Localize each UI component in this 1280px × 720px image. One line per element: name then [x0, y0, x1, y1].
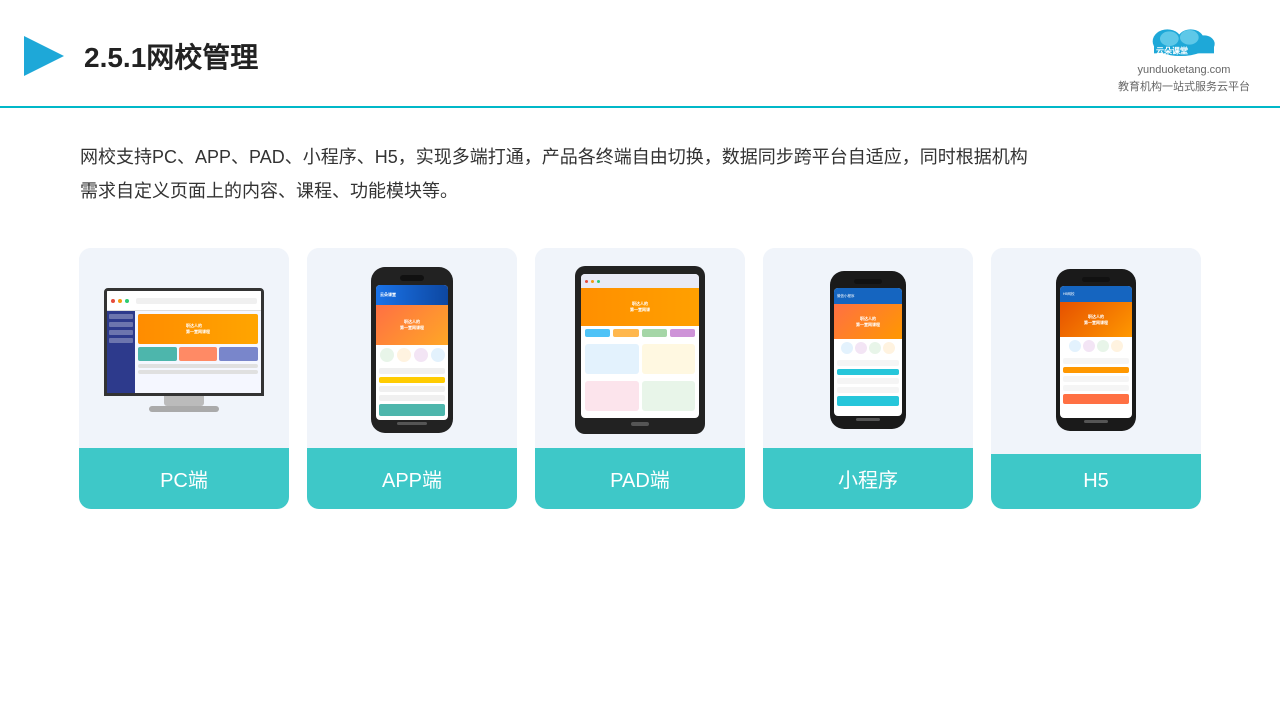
logo-icon: 云朵课堂	[1144, 18, 1224, 62]
header: 2.5.1网校管理 云朵课堂 yunduoketang.com 教育机构一站式服…	[0, 0, 1280, 108]
card-app: 云朵课堂 职达人的第一堂网课程	[307, 248, 517, 509]
card-pad-label: PAD端	[535, 448, 745, 509]
card-h5-label: H5	[991, 454, 1201, 509]
description: 网校支持PC、APP、PAD、小程序、H5，实现多端打通，产品各终端自由切换，数…	[0, 108, 1280, 228]
card-pad: 职达人的第一堂网课	[535, 248, 745, 509]
card-miniprogram: 微信小程序 职达人的第一堂网课程	[763, 248, 973, 509]
phone-h5-mockup: H5网校 职达人的第一堂网课程	[1056, 269, 1136, 431]
logo-area: 云朵课堂 yunduoketang.com 教育机构一站式服务云平台	[1118, 18, 1250, 94]
phone-miniprogram-mockup: 微信小程序 职达人的第一堂网课程	[830, 271, 906, 429]
card-h5-image: H5网校 职达人的第一堂网课程	[991, 248, 1201, 448]
description-text: 网校支持PC、APP、PAD、小程序、H5，实现多端打通，产品各终端自由切换，数…	[80, 147, 1028, 201]
card-miniprogram-label: 小程序	[763, 448, 973, 509]
pc-mockup: 职达人的第一堂网课程	[99, 288, 269, 412]
card-pc: 职达人的第一堂网课程	[79, 248, 289, 509]
tablet-mockup: 职达人的第一堂网课	[575, 266, 705, 434]
logo-tagline: 教育机构一站式服务云平台	[1118, 78, 1250, 94]
card-h5: H5网校 职达人的第一堂网课程	[991, 248, 1201, 509]
card-app-image: 云朵课堂 职达人的第一堂网课程	[307, 248, 517, 448]
card-pc-image: 职达人的第一堂网课程	[79, 248, 289, 448]
header-left: 2.5.1网校管理	[20, 32, 258, 80]
card-miniprogram-image: 微信小程序 职达人的第一堂网课程	[763, 248, 973, 448]
svg-text:云朵课堂: 云朵课堂	[1156, 45, 1188, 55]
logo-url: yunduoketang.com	[1138, 64, 1231, 76]
card-app-label: APP端	[307, 448, 517, 509]
page-title: 2.5.1网校管理	[84, 36, 258, 76]
cards-container: 职达人的第一堂网课程	[0, 228, 1280, 509]
play-icon	[20, 32, 68, 80]
card-pc-label: PC端	[79, 448, 289, 509]
phone-app-mockup: 云朵课堂 职达人的第一堂网课程	[371, 267, 453, 433]
card-pad-image: 职达人的第一堂网课	[535, 248, 745, 448]
